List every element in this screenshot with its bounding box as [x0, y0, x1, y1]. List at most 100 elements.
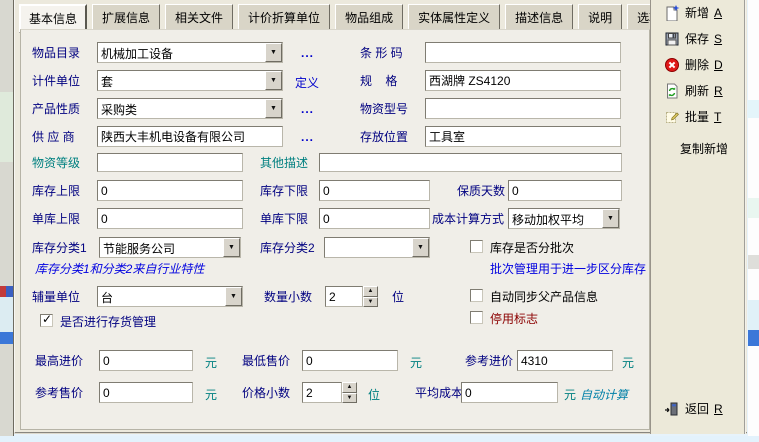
stock-class2-label: 库存分类2: [260, 241, 315, 255]
max-purchase-input[interactable]: [99, 350, 193, 371]
check-icon: ✓: [42, 312, 52, 326]
delete-icon: [664, 57, 680, 73]
new-button-key: A: [714, 6, 722, 20]
spin-up-icon[interactable]: ▲: [342, 382, 357, 393]
piece-unit-value: 套: [101, 73, 113, 90]
other-desc-input[interactable]: [319, 153, 622, 172]
stock-class2-dropdown[interactable]: ▼: [324, 237, 430, 258]
dropdown-arrow-icon[interactable]: ▼: [265, 99, 282, 118]
single-stock-upper-input[interactable]: [97, 208, 243, 229]
new-button[interactable]: 新增 A: [664, 4, 722, 21]
dropdown-arrow-icon[interactable]: ▼: [225, 287, 242, 306]
barcode-label: 条 形 码: [360, 46, 403, 60]
item-catalog-dropdown[interactable]: 机械加工设备 ▼: [97, 42, 283, 63]
ref-sale-input[interactable]: [99, 382, 193, 403]
back-button[interactable]: 返回 R: [664, 400, 723, 417]
background-window-sliver-right: [748, 0, 759, 442]
piece-unit-dropdown[interactable]: 套 ▼: [97, 70, 283, 91]
aux-unit-dropdown[interactable]: 台 ▼: [97, 286, 243, 307]
stock-class1-dropdown[interactable]: 节能服务公司 ▼: [99, 237, 241, 258]
batch-checkbox[interactable]: [470, 240, 483, 253]
unit-define-link[interactable]: 定义: [295, 74, 319, 91]
background-strip-bottom: [0, 436, 759, 442]
qty-decimal-label: 数量小数: [264, 290, 312, 304]
max-purchase-unit: 元: [205, 354, 217, 371]
background-fragment: [748, 300, 759, 330]
save-button[interactable]: 保存 S: [664, 30, 722, 47]
spin-up-icon[interactable]: ▲: [363, 286, 378, 297]
stock-class1-value: 节能服务公司: [103, 240, 175, 257]
ref-purchase-unit: 元: [622, 354, 634, 371]
back-icon: [664, 401, 680, 417]
avg-cost-input[interactable]: [461, 382, 558, 403]
storage-location-input[interactable]: [425, 126, 621, 147]
background-fragment: [6, 286, 13, 297]
qty-decimal-stepper[interactable]: ▲ ▼: [363, 286, 378, 307]
sync-parent-checkbox-label: 自动同步父产品信息: [490, 290, 598, 304]
single-stock-lower-label: 单库下限: [260, 212, 308, 226]
qty-decimal-suffix: 位: [392, 290, 404, 304]
price-decimal-stepper[interactable]: ▲ ▼: [342, 382, 357, 403]
delete-button[interactable]: 删除 D: [664, 56, 723, 73]
spin-down-icon[interactable]: ▼: [363, 297, 378, 308]
stock-lower-input[interactable]: [319, 180, 430, 201]
supplier-more-button[interactable]: ...: [301, 130, 314, 144]
aux-unit-label: 辅量单位: [32, 290, 80, 304]
spin-down-icon[interactable]: ▼: [342, 393, 357, 404]
shelf-days-input[interactable]: [508, 180, 622, 201]
batch-icon: [664, 109, 680, 125]
dropdown-arrow-icon[interactable]: ▼: [412, 238, 429, 257]
copy-new-button[interactable]: 复制新增: [680, 140, 728, 157]
new-icon: [664, 5, 680, 21]
background-fragment: [0, 332, 13, 344]
material-grade-input[interactable]: [97, 153, 243, 172]
piece-unit-label: 计件单位: [32, 74, 80, 88]
storage-location-label: 存放位置: [360, 130, 408, 144]
spec-input[interactable]: [425, 70, 621, 91]
delete-button-label: 删除: [685, 56, 709, 73]
single-stock-upper-label: 单库上限: [32, 212, 80, 226]
refresh-button[interactable]: 刷新 R: [664, 82, 723, 99]
inventory-mgmt-checkbox[interactable]: ✓: [40, 314, 53, 327]
cost-method-value: 移动加权平均: [512, 211, 584, 228]
ref-sale-label: 参考售价: [35, 386, 83, 400]
product-nature-value: 采购类: [101, 101, 137, 118]
single-stock-lower-input[interactable]: [319, 208, 430, 229]
qty-decimal-input[interactable]: [325, 286, 363, 307]
dropdown-arrow-icon[interactable]: ▼: [265, 71, 282, 90]
item-catalog-value: 机械加工设备: [101, 45, 173, 62]
sync-parent-checkbox[interactable]: [470, 289, 483, 302]
ref-sale-unit: 元: [205, 386, 217, 403]
delete-button-key: D: [714, 58, 723, 72]
class-hint: 库存分类1和分类2来自行业特性: [35, 260, 204, 277]
barcode-input[interactable]: [425, 42, 621, 63]
stock-class1-label: 库存分类1: [32, 241, 87, 255]
batch-button[interactable]: 批量 T: [664, 108, 721, 125]
ref-purchase-input[interactable]: [517, 350, 613, 371]
stock-upper-input[interactable]: [97, 180, 243, 201]
avg-cost-unit: 元: [564, 386, 576, 403]
spec-label: 规 格: [360, 74, 397, 88]
item-catalog-more-button[interactable]: ...: [301, 46, 314, 60]
refresh-button-key: R: [714, 84, 723, 98]
save-button-key: S: [714, 32, 722, 46]
shelf-days-label: 保质天数: [457, 184, 505, 198]
refresh-button-label: 刷新: [685, 82, 709, 99]
cost-method-label: 成本计算方式: [432, 212, 504, 226]
disabled-flag-checkbox-label: 停用标志: [490, 312, 538, 326]
batch-hint: 批次管理用于进一步区分库存: [490, 260, 646, 277]
dropdown-arrow-icon[interactable]: ▼: [223, 238, 240, 257]
cost-method-dropdown[interactable]: 移动加权平均 ▼: [508, 208, 620, 229]
supplier-input[interactable]: [97, 126, 283, 147]
price-decimal-input[interactable]: [302, 382, 342, 403]
product-nature-more-button[interactable]: ...: [301, 102, 314, 116]
dropdown-arrow-icon[interactable]: ▼: [265, 43, 282, 62]
dropdown-arrow-icon[interactable]: ▼: [602, 209, 619, 228]
material-model-input[interactable]: [425, 98, 621, 119]
screen: 基本信息 扩展信息 相关文件 计价折算单位 物品组成 实体属性定义 描述信息 说…: [0, 0, 759, 442]
back-button-key: R: [714, 402, 723, 416]
price-decimal-label: 价格小数: [242, 386, 290, 400]
disabled-flag-checkbox[interactable]: [470, 311, 483, 324]
product-nature-dropdown[interactable]: 采购类 ▼: [97, 98, 283, 119]
min-sale-input[interactable]: [302, 350, 398, 371]
